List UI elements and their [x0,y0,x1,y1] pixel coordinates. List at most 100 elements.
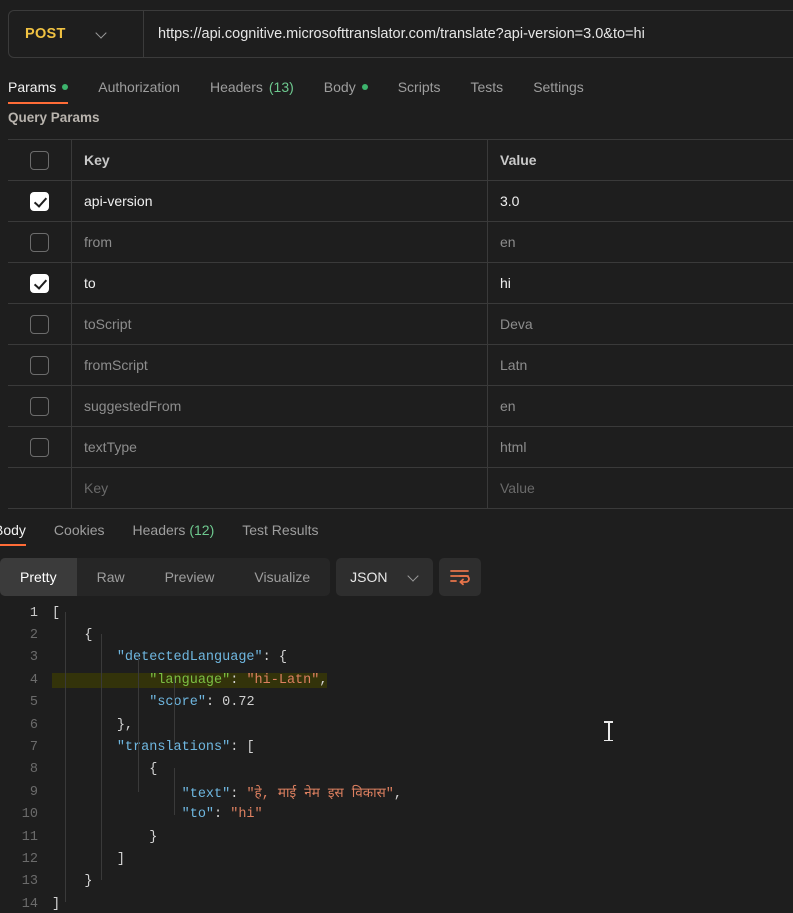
response-tab-headers-count: (12) [189,522,215,538]
line-number: 14 [21,896,38,912]
row-key-input[interactable]: toScript [72,304,488,344]
row-check-cell[interactable] [8,304,72,344]
response-format-selector[interactable]: JSON [336,558,433,596]
row-key-input[interactable]: suggestedFrom [72,386,488,426]
row-value-input[interactable]: Deva [488,304,793,344]
select-all-checkbox[interactable] [30,150,49,170]
row-value-input[interactable]: html [488,427,793,467]
code-line-text: ] [52,896,61,912]
line-number: 5 [29,695,38,711]
query-params-table: Key Value api-version 3.0 from en to hi toScri… [8,139,793,509]
code-line: 8 { [0,759,793,781]
code-line-text: "score": 0.72 [149,695,255,711]
row-enabled-checkbox[interactable] [30,355,49,375]
response-format-label: JSON [350,569,388,585]
row-value-input[interactable]: en [488,386,793,426]
row-check-cell[interactable] [8,427,72,467]
row-value-input[interactable]: en [488,222,793,262]
code-line: 1[ [0,602,793,624]
response-tab-cookies-label: Cookies [53,522,105,538]
placeholder-value-input[interactable]: Value [488,468,793,508]
row-key-input[interactable]: from [72,222,488,262]
wrap-lines-icon [449,570,470,586]
url-bar: POST https://api.cognitive.microsofttran… [8,10,793,58]
code-line: 12 ] [0,848,793,870]
row-enabled-checkbox[interactable] [30,273,49,293]
table-row[interactable]: from en [8,222,793,263]
row-enabled-checkbox[interactable] [30,314,49,334]
response-tab-headers[interactable]: Headers (12) [133,522,215,546]
method-selector[interactable]: POST [9,11,144,57]
response-body-code-viewer[interactable]: 1[2 {3 "detectedLanguage": {4 "language"… [0,602,793,913]
request-tab-bar: Params Authorization Headers (13) Body S… [0,58,793,104]
row-check-cell[interactable] [8,222,72,262]
row-check-cell[interactable] [8,181,72,221]
row-enabled-checkbox[interactable] [30,396,49,416]
tab-scripts[interactable]: Scripts [398,79,457,104]
table-header-row: Key Value [8,140,793,181]
table-row-placeholder[interactable]: Key Value [8,468,793,509]
response-tab-headers-label: Headers [132,522,186,538]
row-check-cell[interactable] [8,386,72,426]
table-row[interactable]: api-version 3.0 [8,181,793,222]
row-enabled-checkbox[interactable] [30,232,49,252]
view-mode-raw[interactable]: Raw [77,558,145,596]
tab-body-label: Body [323,79,356,95]
row-value-input[interactable]: hi [488,263,793,303]
tab-params-label: Params [8,79,57,95]
code-line: 5 "score": 0.72 [0,692,793,714]
response-tab-body[interactable]: Body [0,522,26,546]
wrap-lines-button[interactable] [438,558,481,596]
code-line: 11 } [0,826,793,848]
row-check-cell[interactable] [8,263,72,303]
tab-body[interactable]: Body [324,79,384,104]
text-cursor-icon [604,721,613,741]
tab-headers[interactable]: Headers (13) [210,79,310,104]
table-row[interactable]: textType html [8,427,793,468]
row-enabled-checkbox[interactable] [30,437,49,457]
tab-authorization[interactable]: Authorization [98,79,196,104]
response-tab-test-results[interactable]: Test Results [242,522,318,546]
row-check-cell[interactable] [8,345,72,385]
method-label: POST [25,26,66,42]
response-tab-cookies[interactable]: Cookies [54,522,105,546]
code-line-text: "to": "hi" [181,807,263,823]
table-row[interactable]: to hi [8,263,793,304]
placeholder-key-input[interactable]: Key [72,468,488,508]
response-tab-body-label: Body [0,522,26,538]
tab-settings-label: Settings [533,79,584,95]
row-key-input[interactable]: api-version [72,181,488,221]
row-enabled-checkbox[interactable] [30,191,49,211]
code-line: 2 { [0,624,793,646]
code-line: 14] [0,893,793,913]
code-line-text: [ [52,605,61,621]
response-tab-test-results-label: Test Results [242,522,319,538]
row-value-input[interactable]: 3.0 [488,181,793,221]
view-mode-preview[interactable]: Preview [145,558,235,596]
view-mode-visualize[interactable]: Visualize [234,558,330,596]
line-number: 6 [29,717,38,733]
tab-tests-label: Tests [470,79,504,95]
url-input[interactable]: https://api.cognitive.microsofttranslato… [144,11,793,57]
tab-authorization-label: Authorization [98,79,180,95]
code-line-text: } [149,829,158,845]
view-mode-pretty[interactable]: Pretty [0,558,77,596]
row-value-input[interactable]: Latn [488,345,793,385]
line-number: 7 [29,740,38,756]
tab-settings[interactable]: Settings [533,79,600,104]
tab-tests[interactable]: Tests [471,79,520,104]
tab-params[interactable]: Params [8,79,84,104]
select-all-cell[interactable] [8,140,72,180]
code-line: 9 "text": "हे, माई नेम इस विकास", [0,781,793,803]
table-row[interactable]: suggestedFrom en [8,386,793,427]
table-row[interactable]: toScript Deva [8,304,793,345]
response-view-toolbar: Pretty Raw Preview Visualize JSON [0,558,481,596]
row-key-input[interactable]: fromScript [72,345,488,385]
chevron-down-icon [408,572,419,583]
table-row[interactable]: fromScript Latn [8,345,793,386]
row-key-input[interactable]: to [72,263,488,303]
code-line: 13 } [0,871,793,893]
row-key-input[interactable]: textType [72,427,488,467]
code-line: 6 }, [0,714,793,736]
code-line-text: "translations": [ [116,740,255,756]
